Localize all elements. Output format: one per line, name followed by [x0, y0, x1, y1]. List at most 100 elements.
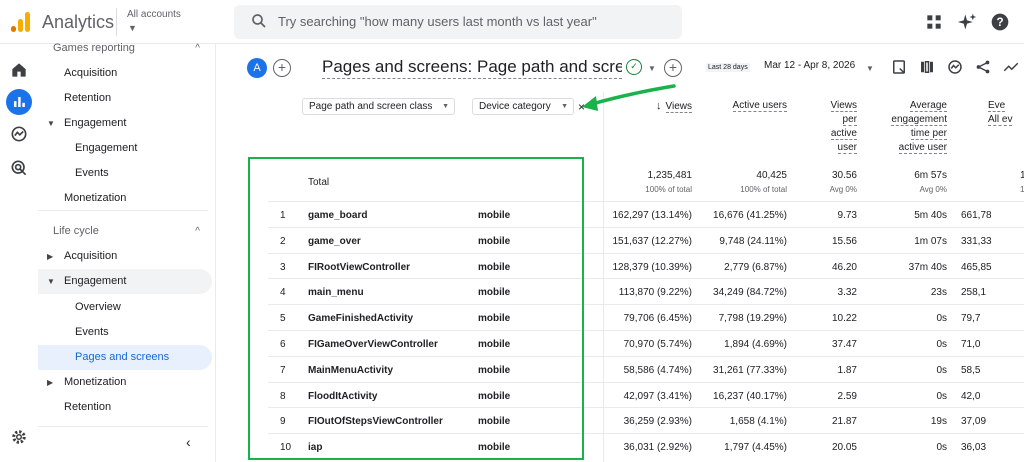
table-row[interactable]: 3 FIRootViewController mobile 128,379 (10.3…: [268, 252, 1024, 279]
active-users-cell: 9,748 (24.11%): [719, 235, 787, 247]
total-value: 1: [1020, 170, 1024, 181]
customize-report-icon[interactable]: [890, 58, 908, 76]
bar-chart-icon[interactable]: [9, 92, 29, 112]
compare-columns-icon[interactable]: [918, 58, 936, 76]
sidebar-item-engagement[interactable]: Engagement ▼: [38, 269, 212, 294]
add-icon[interactable]: +: [664, 59, 682, 77]
views-cell: 113,870 (9.22%): [618, 287, 692, 299]
trend-icon[interactable]: [1002, 58, 1020, 76]
page-path-cell[interactable]: GameFinishedActivity: [308, 313, 478, 324]
sidebar-item-label: Engagement: [64, 275, 127, 287]
search-input[interactable]: [278, 14, 668, 29]
sidebar-item-overview[interactable]: Overview: [38, 295, 212, 320]
sidebar-divider: [38, 210, 208, 211]
account-selector[interactable]: All accounts: [127, 9, 181, 20]
close-icon[interactable]: ×: [578, 100, 585, 114]
chevron-down-icon[interactable]: ▼: [866, 64, 874, 73]
table-row[interactable]: 8 FloodItActivity mobile 42,097 (3.41%) 16,2…: [268, 381, 1024, 408]
sidebar-item-acquisition[interactable]: Acquisition ▶: [38, 244, 212, 269]
views-per-user-cell: 21.87: [831, 416, 857, 428]
table-row[interactable]: 7 MainMenuActivity mobile 58,586 (4.74%) 31,…: [268, 355, 1024, 382]
caret-down-icon[interactable]: ▼: [47, 111, 55, 136]
dimension-selector-secondary[interactable]: Device category ▼: [472, 98, 574, 115]
sidebar-item-pages-and-screens[interactable]: Pages and screens: [38, 345, 212, 370]
comparison-avatar[interactable]: A: [247, 58, 267, 78]
table-row[interactable]: 4 main_menu mobile 113,870 (9.22%) 34,249 (8…: [268, 278, 1024, 304]
advertising-icon[interactable]: [9, 158, 29, 178]
page-path-cell[interactable]: MainMenuActivity: [308, 365, 478, 376]
column-header-2[interactable]: Views per active user: [797, 99, 857, 155]
table-row[interactable]: 6 FIGameOverViewController mobile 70,970 (5…: [268, 330, 1024, 356]
sidebar-item-acquisition[interactable]: Acquisition: [38, 61, 212, 86]
page-path-cell[interactable]: FIGameOverViewController: [308, 339, 478, 350]
sidebar-item-games-reporting[interactable]: Games reporting ^: [38, 36, 212, 61]
dimension-selector-primary[interactable]: Page path and screen class ▼: [302, 98, 455, 115]
check-circle-icon[interactable]: ✓: [626, 59, 642, 75]
column-header-label: All ev: [988, 114, 1013, 126]
app-title: Analytics: [42, 12, 115, 32]
active-users-cell: 16,237 (40.17%): [713, 390, 787, 402]
sidebar-divider: [38, 426, 208, 427]
engagement-time-cell: 37m 40s: [908, 261, 947, 273]
device-category-cell: mobile: [478, 364, 511, 376]
page-title[interactable]: Pages and screens: Page path and screen …: [322, 57, 622, 79]
share-icon[interactable]: [974, 58, 992, 76]
chevron-down-icon[interactable]: ▼: [128, 23, 137, 33]
page-path-cell[interactable]: FloodItActivity: [308, 391, 478, 402]
active-users-cell: 1,797 (4.45%): [724, 442, 787, 454]
page-path-cell[interactable]: iap: [308, 442, 478, 453]
page-path-cell[interactable]: FIOutOfStepsViewController: [308, 416, 478, 427]
settings-gear-icon[interactable]: [10, 428, 28, 446]
help-icon[interactable]: ?: [990, 12, 1010, 32]
date-range-badge[interactable]: Last 28 days: [706, 63, 750, 72]
page-path-cell[interactable]: FIRootViewController: [308, 262, 478, 273]
page-path-cell[interactable]: main_menu: [308, 287, 478, 298]
analytics-logo-icon[interactable]: [10, 10, 32, 32]
sort-descending-icon[interactable]: ↓: [656, 100, 662, 112]
sparkle-icon[interactable]: [957, 12, 977, 32]
add-comparison-icon[interactable]: +: [273, 59, 291, 77]
column-header-1[interactable]: Active users: [697, 99, 787, 113]
views-per-user-cell: 46.20: [831, 261, 857, 273]
insights-icon[interactable]: [946, 58, 964, 76]
chevron-up-icon[interactable]: ^: [195, 36, 200, 61]
svg-text:?: ?: [996, 16, 1003, 29]
active-users-cell: 1,658 (4.1%): [729, 416, 787, 428]
table-row[interactable]: 5 GameFinishedActivity mobile 79,706 (6.45%…: [268, 304, 1024, 330]
table-row[interactable]: 1 game_board mobile 162,297 (13.14%) 16,676 …: [268, 201, 1024, 227]
sidebar-item-events[interactable]: Events: [38, 320, 212, 345]
caret-right-icon[interactable]: ▶: [47, 244, 53, 269]
sidebar-item-label: Engagement: [64, 117, 127, 129]
sidebar-item-events[interactable]: Events: [38, 161, 212, 186]
search-icon[interactable]: [250, 12, 268, 30]
chevron-down-icon[interactable]: ▼: [648, 64, 656, 73]
collapse-sidebar-icon[interactable]: ‹: [186, 434, 191, 450]
column-header-3[interactable]: Average engagement time per active user: [862, 99, 947, 155]
sidebar-item-monetization[interactable]: Monetization: [38, 186, 212, 211]
column-header-4[interactable]: Eve All ev: [988, 99, 1024, 127]
chevron-down-icon: ▼: [561, 103, 568, 110]
row-number: 5: [280, 313, 286, 325]
caret-right-icon[interactable]: ▶: [47, 370, 53, 395]
apps-grid-icon[interactable]: [924, 12, 944, 32]
caret-down-icon[interactable]: ▼: [47, 269, 55, 294]
sidebar-item-retention[interactable]: Retention: [38, 395, 212, 420]
chevron-up-icon[interactable]: ^: [195, 219, 200, 244]
date-range-picker[interactable]: Mar 12 - Apr 8, 2026: [764, 60, 855, 71]
sidebar-item-engagement[interactable]: Engagement ▼: [38, 111, 212, 136]
sidebar-item-monetization[interactable]: Monetization ▶: [38, 370, 212, 395]
table-row[interactable]: 9 FIOutOfStepsViewController mobile 36,259 …: [268, 407, 1024, 433]
page-path-cell[interactable]: game_board: [308, 210, 478, 221]
home-icon[interactable]: [9, 60, 29, 80]
table-row[interactable]: 2 game_over mobile 151,637 (12.27%) 9,748 (2…: [268, 226, 1024, 253]
sidebar-item-label: Retention: [64, 92, 112, 104]
column-header-0[interactable]: ↓ Views: [612, 99, 692, 114]
sidebar-item-retention[interactable]: Retention: [38, 86, 212, 111]
sidebar-item-engagement[interactable]: Engagement: [38, 136, 212, 161]
sidebar-item-label: Events: [75, 167, 109, 179]
page-path-cell[interactable]: game_over: [308, 236, 478, 247]
explore-icon[interactable]: [9, 124, 29, 144]
active-users-cell: 31,261 (77.33%): [713, 364, 787, 376]
sidebar-item-life-cycle[interactable]: Life cycle ^: [38, 219, 212, 244]
table-row[interactable]: 10 iap mobile 36,031 (2.92%) 1,797 (4.45%) 20…: [268, 433, 1024, 459]
